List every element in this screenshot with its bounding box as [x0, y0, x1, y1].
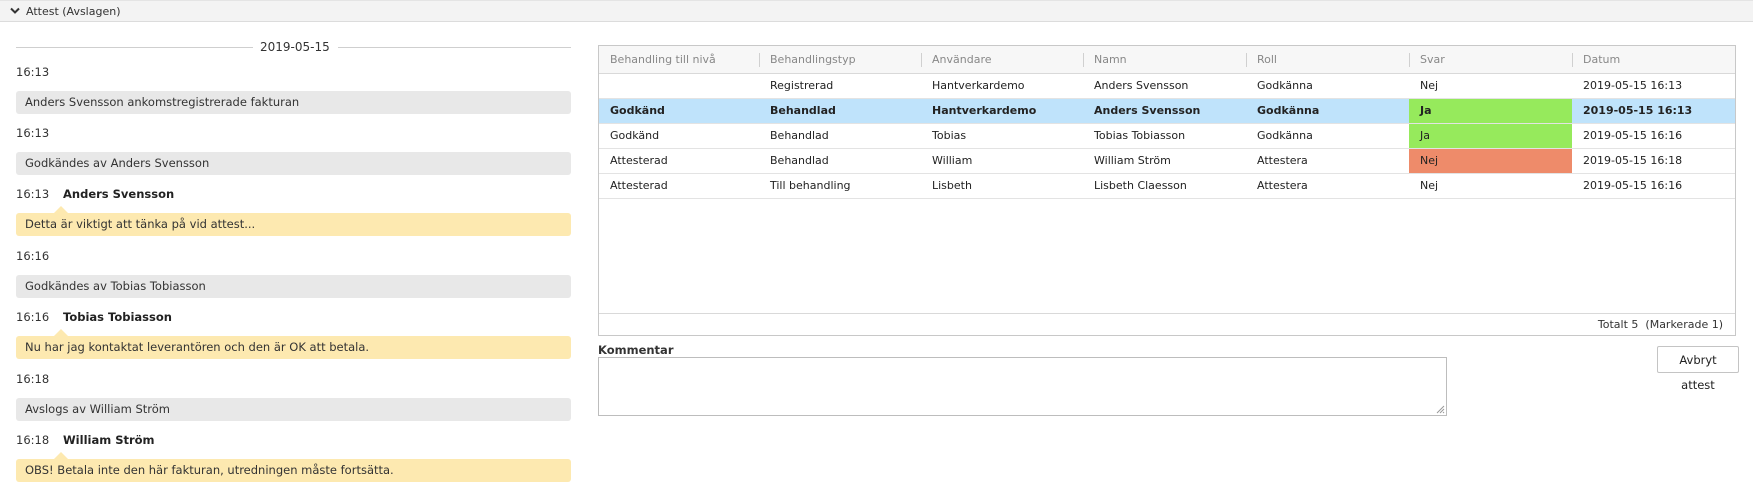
cell-user: Hantverkardemo [932, 104, 1037, 117]
cell-user: Tobias [932, 129, 967, 142]
comment-textarea[interactable] [598, 357, 1447, 416]
cell-date: 2019-05-15 16:13 [1583, 79, 1683, 92]
cell-user: Lisbeth [932, 179, 972, 192]
timeline-time: 16:13 [16, 126, 50, 140]
cell-type: Behandlad [770, 154, 829, 167]
comment-author: Tobias Tobiasson [63, 310, 172, 324]
grid-header: Behandling till nivå Behandlingstyp Anvä… [599, 46, 1735, 74]
cell-name: Tobias Tobiasson [1094, 129, 1186, 142]
cancel-attest-button[interactable]: Avbryt attest [1657, 346, 1739, 392]
cell-answer: Nej [1420, 79, 1439, 92]
attest-grid: Behandling till nivå Behandlingstyp Anvä… [598, 45, 1736, 336]
cell-role: Godkänna [1257, 79, 1313, 92]
cell-level: Godkänd [610, 104, 665, 117]
cell-type: Till behandling [770, 179, 851, 192]
cell-answer: Ja [1409, 124, 1572, 148]
cell-name: Anders Svensson [1094, 79, 1189, 92]
marked-count: (Markerade 1) [1645, 318, 1723, 331]
chevron-down-icon[interactable] [10, 5, 20, 18]
date-separator: 2019-05-15 [16, 40, 571, 54]
cell-type: Registrerad [770, 79, 834, 92]
column-header-level[interactable]: Behandling till nivå [599, 46, 759, 74]
section-header[interactable]: Attest (Avslagen) [0, 0, 1753, 22]
timeline-time: 16:16 [16, 310, 50, 324]
comment-label: Kommentar [598, 343, 674, 357]
cell-name: Anders Svensson [1094, 104, 1201, 117]
cell-role: Attestera [1257, 179, 1308, 192]
table-row[interactable]: Godkänd Behandlad Tobias Tobias Tobiasso… [599, 124, 1735, 149]
cell-name: William Ström [1094, 154, 1171, 167]
cell-role: Godkänna [1257, 104, 1320, 117]
column-header-date[interactable]: Datum [1572, 46, 1735, 74]
divider [338, 47, 571, 48]
cell-answer: Nej [1409, 149, 1572, 173]
cell-role: Godkänna [1257, 129, 1313, 142]
timeline-time: 16:13 [16, 187, 50, 201]
cell-answer: Ja [1409, 99, 1572, 123]
cell-level: Attesterad [610, 179, 668, 192]
column-header-answer[interactable]: Svar [1409, 46, 1572, 74]
column-header-role[interactable]: Roll [1246, 46, 1409, 74]
cell-role: Attestera [1257, 154, 1308, 167]
timeline-event: Godkändes av Anders Svensson [16, 152, 571, 175]
cell-level: Attesterad [610, 154, 668, 167]
timeline-time: 16:13 [16, 65, 50, 79]
column-header-name[interactable]: Namn [1083, 46, 1246, 74]
timeline-time: 16:18 [16, 433, 50, 447]
cell-answer: Nej [1420, 179, 1439, 192]
cell-type: Behandlad [770, 104, 836, 117]
cell-date: 2019-05-15 16:13 [1583, 104, 1693, 117]
cell-date: 2019-05-15 16:18 [1583, 154, 1683, 167]
cell-type: Behandlad [770, 129, 829, 142]
timeline-event: Anders Svensson ankomstregistrerade fakt… [16, 91, 571, 114]
timeline-event: Godkändes av Tobias Tobiasson [16, 275, 571, 298]
column-header-type[interactable]: Behandlingstyp [759, 46, 921, 74]
comment-author: William Ström [63, 433, 155, 447]
cell-level: Godkänd [610, 129, 660, 142]
grid-footer: Totalt 5 (Markerade 1) [599, 313, 1735, 335]
column-header-user[interactable]: Användare [921, 46, 1083, 74]
table-row[interactable]: Attesterad Till behandling Lisbeth Lisbe… [599, 174, 1735, 199]
resize-grip-icon[interactable] [1436, 405, 1445, 414]
cell-user: Hantverkardemo [932, 79, 1025, 92]
table-row-selected[interactable]: Godkänd Behandlad Hantverkardemo Anders … [599, 99, 1735, 124]
comment-author: Anders Svensson [63, 187, 175, 201]
timeline-event: Avslogs av William Ström [16, 398, 571, 421]
table-row[interactable]: Registrerad Hantverkardemo Anders Svenss… [599, 74, 1735, 99]
timeline-date: 2019-05-15 [260, 40, 330, 54]
cell-user: William [932, 154, 973, 167]
comment-bubble: Nu har jag kontaktat leverantören och de… [16, 329, 571, 359]
total-count: Totalt 5 [1597, 318, 1639, 331]
cell-date: 2019-05-15 16:16 [1583, 129, 1683, 142]
cell-name: Lisbeth Claesson [1094, 179, 1187, 192]
timeline-time: 16:16 [16, 249, 50, 263]
table-row[interactable]: Attesterad Behandlad William William Str… [599, 149, 1735, 174]
cell-level [599, 74, 759, 98]
grid-total: Totalt 5 (Markerade 1) [1598, 314, 1723, 336]
comment-bubble: OBS! Betala inte den här fakturan, utred… [16, 452, 571, 482]
timeline-time: 16:18 [16, 372, 50, 386]
divider [16, 47, 253, 48]
section-title: Attest (Avslagen) [26, 4, 121, 18]
cell-date: 2019-05-15 16:16 [1583, 179, 1683, 192]
comment-bubble: Detta är viktigt att tänka på vid attest… [16, 206, 571, 236]
